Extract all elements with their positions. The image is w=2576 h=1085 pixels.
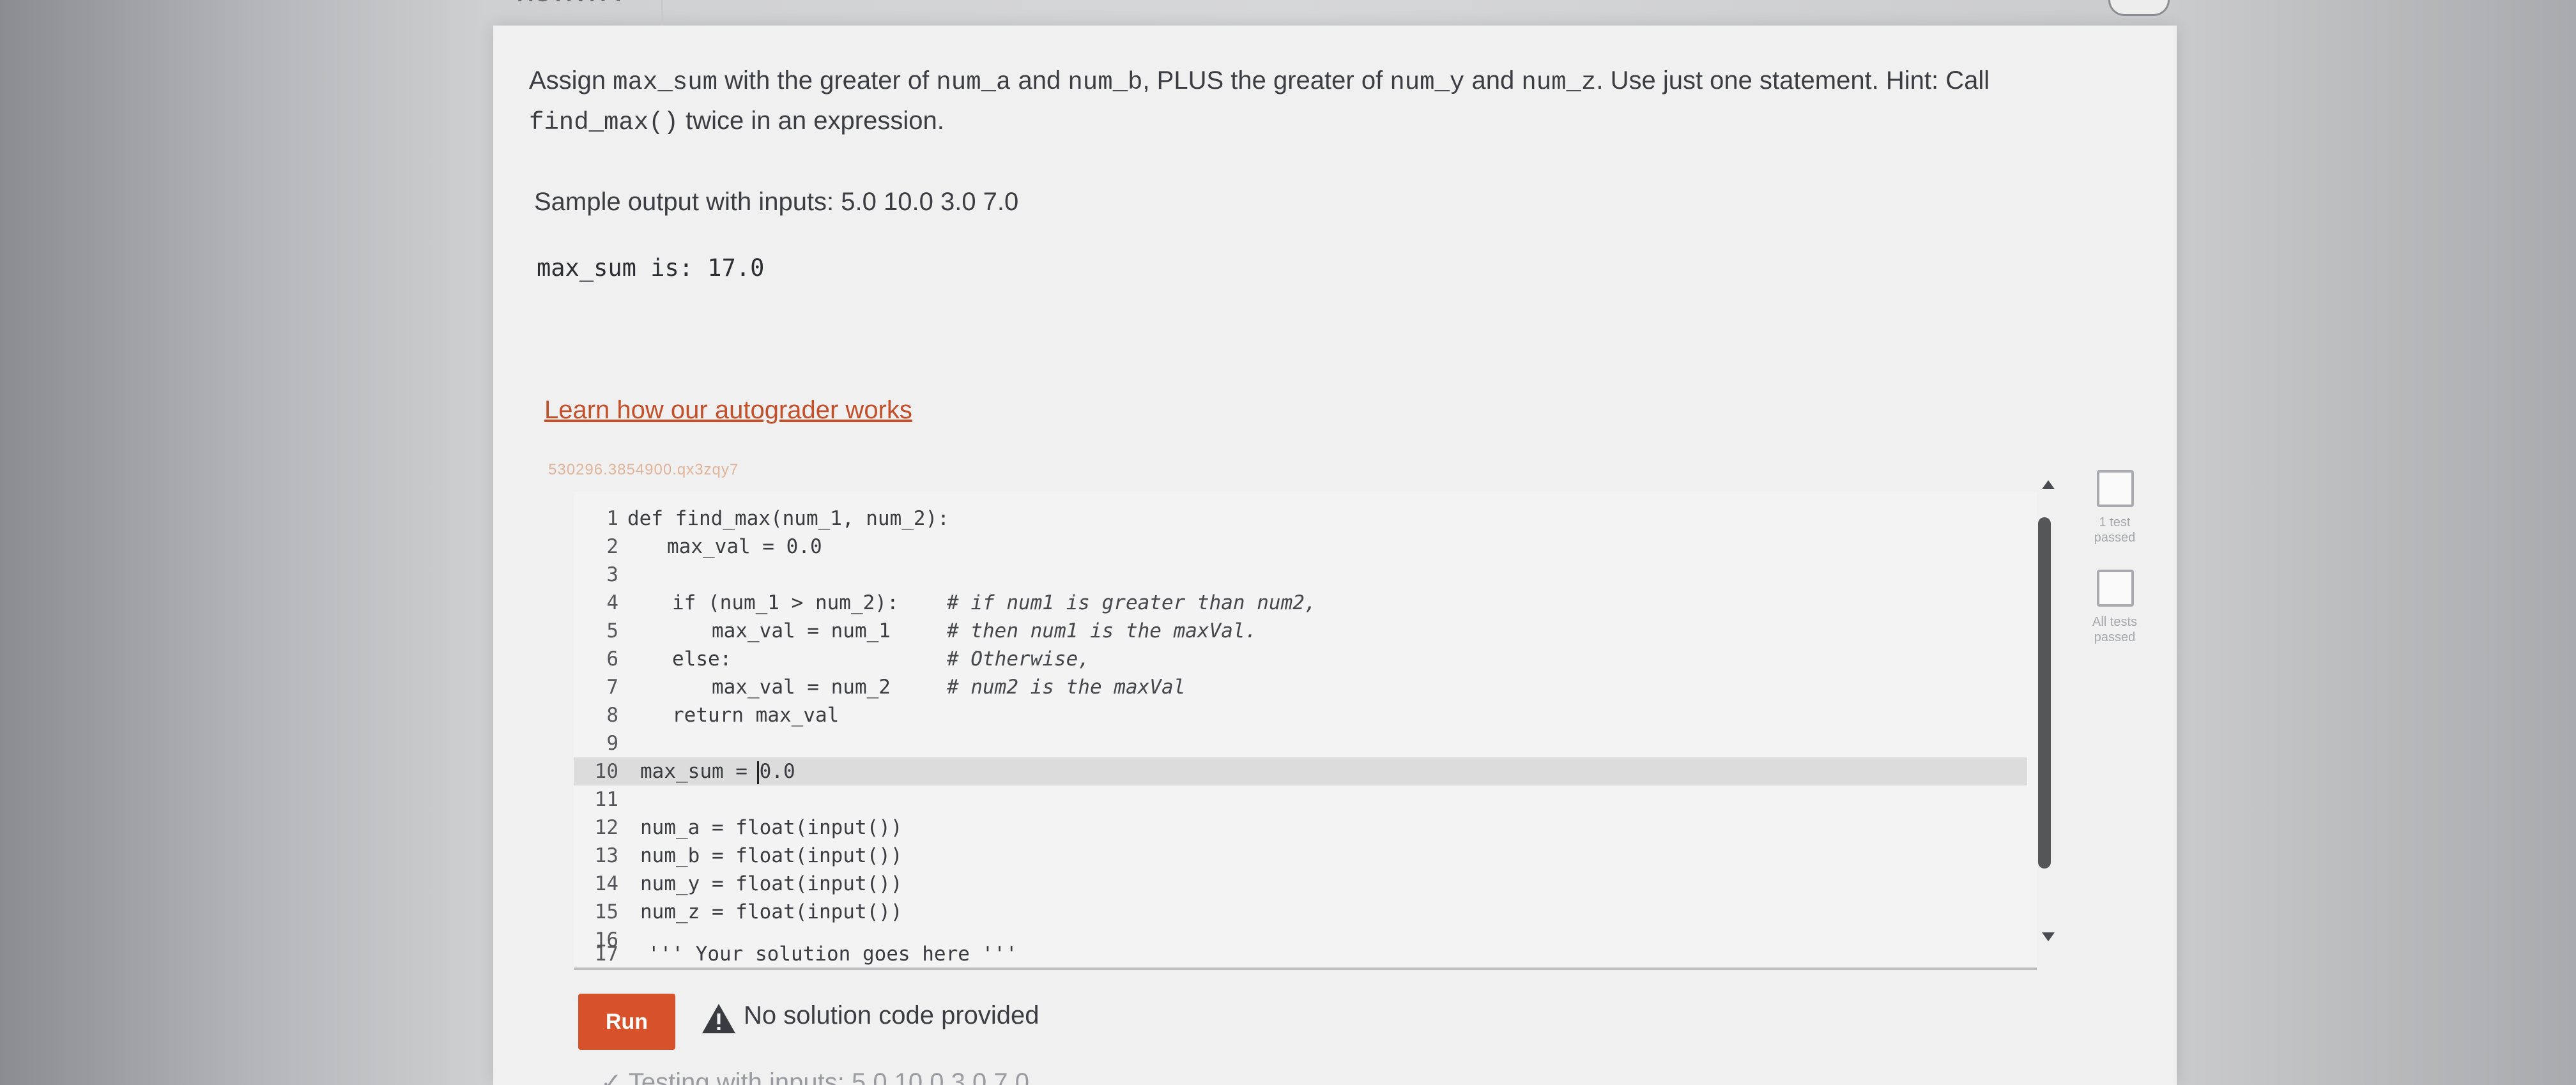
- code-text: num_a = float(input()): [640, 816, 903, 839]
- code-line[interactable]: 17 ''' Your solution goes here ''': [574, 940, 2027, 968]
- code-line[interactable]: 2 max_val = 0.0: [574, 533, 2027, 561]
- line-number: 8: [606, 704, 618, 727]
- line-number: 5: [606, 619, 618, 642]
- code-text: def find_max(num_1, num_2):: [627, 507, 949, 530]
- code-text: num_y = float(input()): [640, 872, 903, 895]
- line-number: 1: [606, 507, 618, 530]
- code-line[interactable]: 6 else: # Otherwise,: [574, 645, 2027, 673]
- line-number: 3: [606, 563, 618, 586]
- prompt-text: twice in an expression.: [678, 107, 944, 135]
- sample-label: Sample output with inputs: 5.0 10.0 3.0 …: [534, 188, 1019, 216]
- tab-divider: [661, 0, 663, 26]
- line-number: 15: [594, 900, 618, 923]
- code-text: num_z = float(input()): [640, 900, 903, 923]
- code-text: max_val = num_2: [712, 676, 891, 699]
- line-number: 12: [594, 816, 618, 839]
- all-tests-checkbox-icon: [2097, 570, 2134, 607]
- code-text: 0.0: [759, 760, 795, 783]
- code-text: if (num_1 > num_2):: [672, 591, 899, 614]
- code-line[interactable]: 13 num_b = float(input()): [574, 842, 2027, 870]
- code-line[interactable]: 5 max_val = num_1 # then num1 is the maxVa…: [574, 617, 2027, 645]
- code-text: else:: [672, 648, 732, 671]
- code-line[interactable]: 11: [574, 785, 2027, 814]
- code-line-active[interactable]: 10 max_sum = 0.0: [574, 757, 2027, 785]
- line-number: 14: [594, 872, 618, 895]
- code-comment: # Otherwise,: [947, 648, 1090, 671]
- warning-icon: [702, 1004, 735, 1033]
- code-comment: # num2 is the maxVal: [947, 676, 1186, 699]
- prompt-text: , PLUS the greater of: [1142, 66, 1390, 95]
- prompt-text: and: [1464, 66, 1522, 95]
- prompt-var: max_sum: [613, 68, 717, 96]
- prompt-text: . Use just one statement. Hint: Call: [1596, 66, 1990, 95]
- prompt-text: Assign: [529, 66, 613, 95]
- prompt-var: num_y: [1390, 68, 1465, 96]
- testing-status-text: ✓ Testing with inputs: 5.0 10.0 3.0 7.0: [601, 1068, 1029, 1085]
- prompt-text: with the greater of: [717, 66, 937, 95]
- line-number: 13: [594, 844, 618, 867]
- line-number: 4: [606, 591, 618, 614]
- code-text: ''' Your solution goes here ''': [648, 943, 1018, 966]
- activity-badge-icon: [2108, 0, 2170, 16]
- prompt-var: num_b: [1068, 68, 1143, 96]
- code-editor[interactable]: 1 def find_max(num_1, num_2): 2 max_val = …: [574, 492, 2037, 970]
- code-comment: # then num1 is the maxVal.: [947, 619, 1257, 642]
- activity-prompt: Assign max_sum with the greater of num_a…: [529, 61, 2062, 142]
- code-text: num_b = float(input()): [640, 844, 903, 867]
- code-line[interactable]: 14 num_y = float(input()): [574, 870, 2027, 898]
- code-text: max_val = 0.0: [667, 535, 822, 558]
- code-text: max_sum =: [640, 760, 760, 783]
- code-text: return max_val: [672, 704, 839, 727]
- line-number: 2: [606, 535, 618, 558]
- sample-output: max_sum is: 17.0: [537, 254, 765, 282]
- test-status-label: 1 test passed: [2094, 515, 2136, 545]
- code-line[interactable]: 1 def find_max(num_1, num_2):: [574, 505, 2027, 533]
- line-number: 7: [606, 676, 618, 699]
- autograder-link[interactable]: Learn how our autograder works: [544, 396, 912, 425]
- line-number: 6: [606, 648, 618, 671]
- code-line[interactable]: 3: [574, 561, 2027, 589]
- scroll-down-icon[interactable]: [2042, 932, 2055, 941]
- prompt-func: find_max(): [529, 109, 679, 137]
- line-number: 17: [594, 943, 618, 966]
- code-id: 530296.3854900.qx3zqy7: [548, 461, 739, 478]
- no-solution-message: No solution code provided: [744, 1001, 1039, 1029]
- all-tests-label: All tests passed: [2092, 615, 2138, 644]
- code-line[interactable]: 15 num_z = float(input()): [574, 898, 2027, 926]
- test-status-checkbox-icon: [2097, 470, 2134, 507]
- code-comment: # if num1 is greater than num2,: [947, 591, 1317, 614]
- prompt-var: num_z: [1521, 68, 1597, 96]
- code-line[interactable]: 9: [574, 729, 2027, 757]
- code-line[interactable]: 7 max_val = num_2 # num2 is the maxVal: [574, 673, 2027, 701]
- code-line[interactable]: 4 if (num_1 > num_2): # if num1 is greater…: [574, 589, 2027, 617]
- scroll-thumb[interactable]: [2038, 517, 2051, 869]
- line-number: 11: [594, 788, 618, 811]
- line-number: 9: [606, 732, 618, 755]
- line-number: 10: [594, 760, 618, 783]
- code-line[interactable]: 12 num_a = float(input()): [574, 814, 2027, 842]
- code-line[interactable]: 8 return max_val: [574, 701, 2027, 729]
- scroll-up-icon[interactable]: [2042, 480, 2055, 489]
- activity-tab-label: ACTIVITY: [518, 0, 627, 8]
- prompt-text: and: [1011, 66, 1068, 95]
- run-button[interactable]: Run: [578, 994, 675, 1050]
- code-text: max_val = num_1: [712, 619, 891, 642]
- prompt-var: num_a: [936, 68, 1011, 96]
- text-cursor: [756, 761, 759, 784]
